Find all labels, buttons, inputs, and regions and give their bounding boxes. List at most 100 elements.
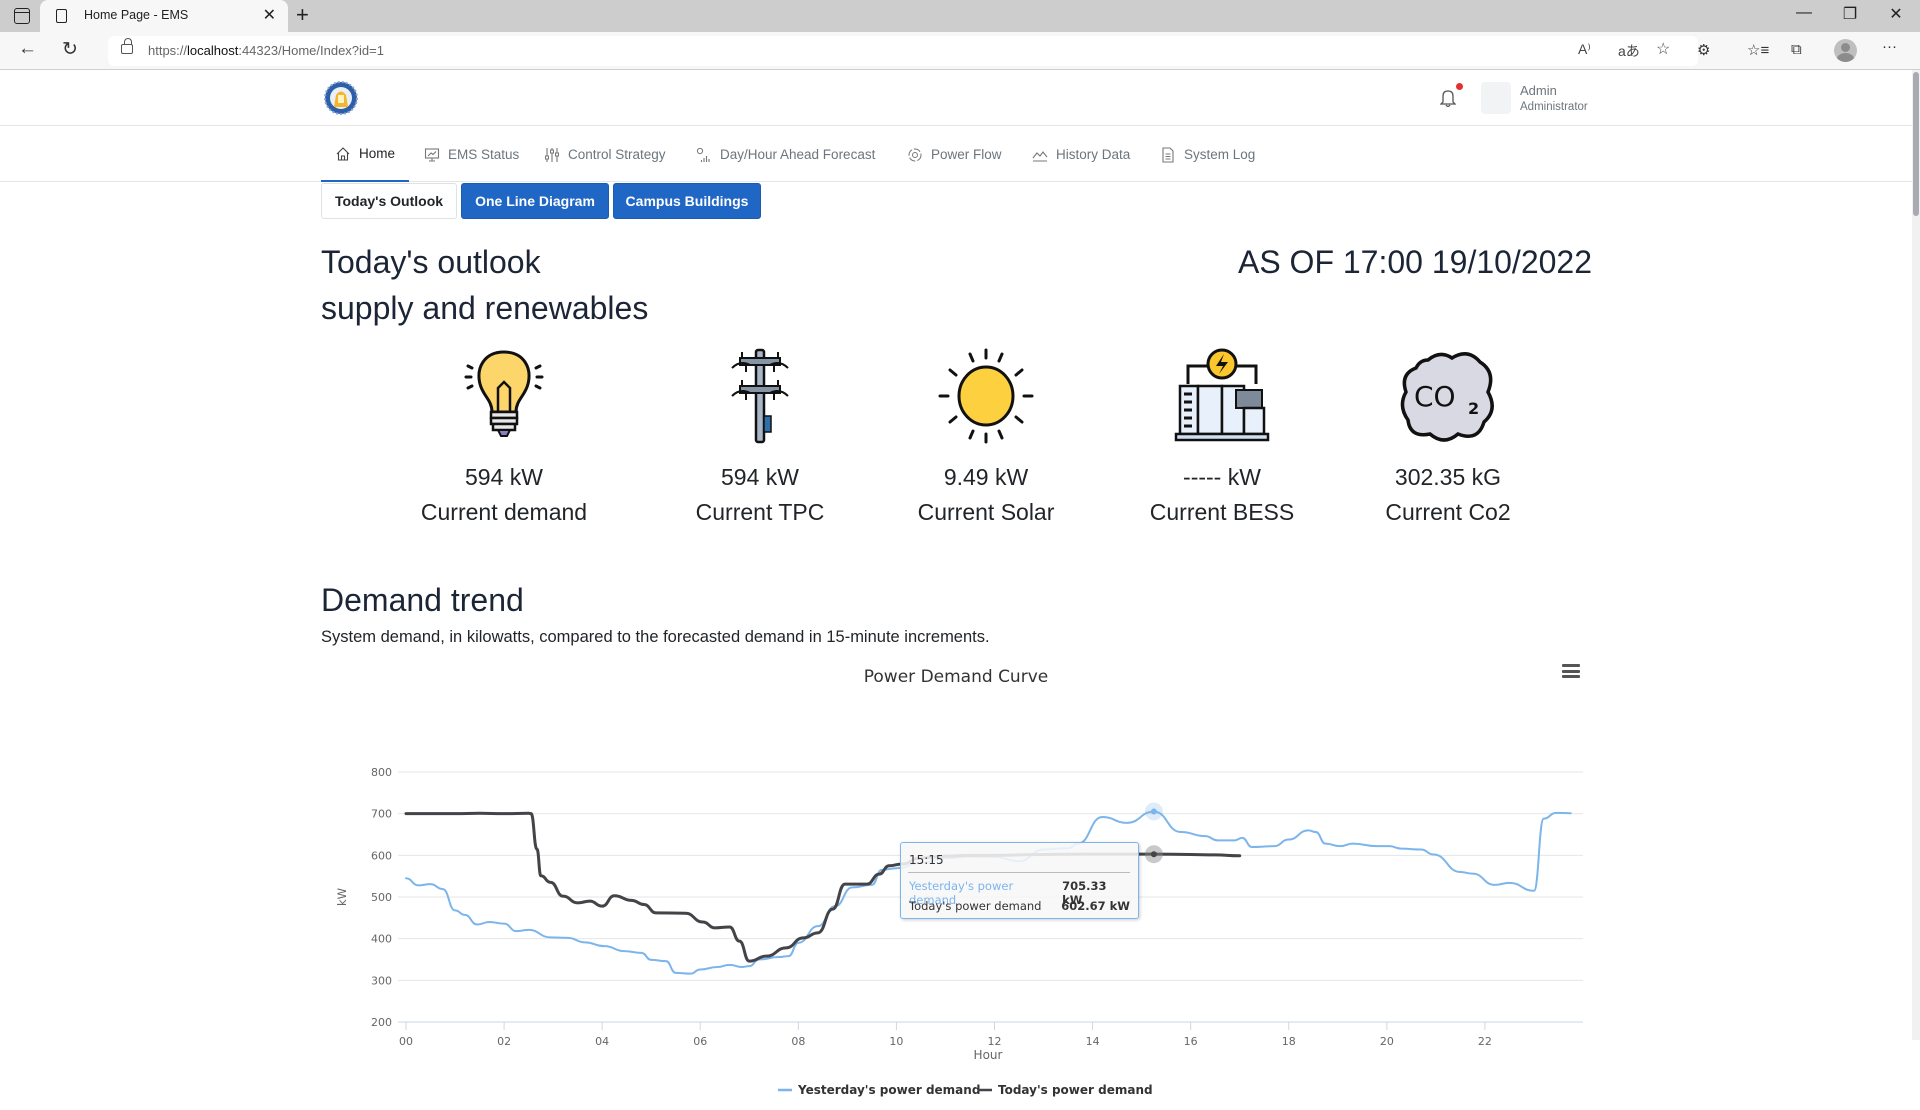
refresh-icon[interactable]: ↻ (62, 38, 78, 61)
power-pole-icon (731, 348, 789, 444)
svg-text:2: 2 (1468, 399, 1479, 418)
user-role: Administrator (1520, 101, 1588, 113)
sliders-icon (545, 147, 559, 162)
close-tab-icon[interactable]: ✕ (263, 5, 276, 25)
x-tick-label: 02 (497, 1035, 511, 1048)
todays-outlook-button[interactable]: Today's Outlook (321, 183, 457, 219)
tooltip-row-today: Today's power demand 602.67 kW (909, 899, 1130, 913)
logo[interactable] (322, 81, 360, 115)
outlook-title: Today's outlook (321, 244, 541, 280)
stat-current-demand: 594 kW Current demand (404, 346, 604, 526)
one-line-diagram-button[interactable]: One Line Diagram (461, 183, 609, 219)
x-tick-label: 10 (889, 1035, 903, 1048)
browser-tab-strip: Home Page - EMS ✕ + — ❐ ✕ (0, 0, 1920, 32)
stat-value: 594 kW (721, 464, 799, 490)
co2-cloud-icon: CO 2 (1400, 352, 1494, 442)
stat-value: 302.35 kG (1394, 464, 1502, 490)
nav-item-system-log[interactable]: System Log (1160, 127, 1255, 182)
notification-badge (1456, 83, 1463, 90)
hover-point-yesterday (1150, 808, 1157, 815)
nav-label: Power Flow (931, 147, 1002, 162)
demand-trend-title: Demand trend (321, 582, 524, 618)
y-tick-label: 800 (371, 766, 392, 779)
stat-label: Current Co2 (1385, 499, 1511, 525)
x-tick-label: 12 (988, 1035, 1002, 1048)
stat-current-solar: 9.49 kW Current Solar (886, 346, 1086, 526)
x-tick-label: 00 (399, 1035, 413, 1048)
x-tick-label: 16 (1184, 1035, 1198, 1048)
browser-toolbar: ← ↻ https://localhost:44323/Home/Index?i… (0, 32, 1920, 70)
stat-current-bess: ----- kW Current BESS (1122, 346, 1322, 526)
address-bar[interactable]: https://localhost:44323/Home/Index?id=1 … (108, 36, 1698, 66)
favorites-icon[interactable]: ☆≡ (1747, 41, 1769, 59)
page-icon (56, 9, 67, 23)
x-tick-label: 04 (595, 1035, 609, 1048)
y-tick-label: 500 (371, 891, 392, 904)
y-tick-label: 200 (371, 1016, 392, 1029)
lock-icon[interactable] (121, 38, 133, 54)
nav-label: EMS Status (448, 147, 520, 162)
y-tick-label: 300 (371, 974, 392, 987)
nav-item-ems-status[interactable]: EMS Status (424, 127, 519, 182)
chart-title: Power Demand Curve (864, 667, 1048, 687)
nav-item-power-flow[interactable]: Power Flow (907, 127, 1002, 182)
nav-item-control-strategy[interactable]: Control Strategy (544, 127, 666, 182)
top-bar: Admin Administrator (0, 70, 1912, 126)
close-window-icon[interactable]: ✕ (1873, 4, 1919, 24)
translate-icon[interactable]: aあ (1618, 41, 1640, 61)
new-tab-icon[interactable]: + (296, 2, 309, 28)
demand-trend-subtitle: System demand, in kilowatts, compared to… (321, 628, 990, 646)
page-scrollbar[interactable] (1912, 70, 1920, 1040)
nav-item-history-data[interactable]: History Data (1032, 127, 1130, 182)
legend-item[interactable]: Today's power demand (998, 1083, 1153, 1097)
power-demand-chart: Power Demand Curve 800 700 600 500 400 300 200… (320, 655, 1592, 1110)
legend-item[interactable]: Yesterday's power demand (797, 1083, 980, 1097)
tab-actions-icon[interactable] (14, 8, 30, 24)
y-tick-label: 700 (371, 808, 392, 821)
chart-menu-icon[interactable] (1562, 664, 1580, 678)
forecast-icon (696, 147, 710, 162)
stat-label: Current TPC (695, 499, 825, 525)
power-flow-icon (908, 148, 922, 161)
nav-label: History Data (1056, 147, 1131, 162)
campus-buildings-button[interactable]: Campus Buildings (613, 183, 761, 219)
home-icon (336, 146, 350, 161)
add-favorite-icon[interactable]: ☆ (1656, 39, 1670, 59)
more-icon[interactable]: ··· (1882, 38, 1897, 55)
stat-value: 594 kW (465, 464, 543, 490)
tooltip-value: 602.67 kW (1061, 899, 1130, 913)
sun-icon (938, 348, 1034, 444)
restore-icon[interactable]: ❐ (1827, 4, 1873, 24)
collections-icon[interactable]: ⧉ (1791, 41, 1802, 58)
notification-bell-icon[interactable] (1440, 88, 1456, 108)
tooltip-series-name: Today's power demand (909, 899, 1042, 913)
nav-item-forecast[interactable]: Day/Hour Ahead Forecast (696, 127, 875, 182)
url-text[interactable]: https://localhost:44323/Home/Index?id=1 (148, 43, 384, 58)
browser-tab[interactable]: Home Page - EMS ✕ (40, 0, 288, 32)
stat-label: Current demand (420, 499, 588, 525)
tooltip-time: 15:15 (909, 853, 944, 867)
user-avatar[interactable] (1481, 82, 1511, 114)
outlook-subtitle: supply and renewables (321, 290, 649, 326)
read-aloud-icon[interactable]: A⁾ (1578, 41, 1591, 58)
x-tick-label: 14 (1086, 1035, 1100, 1048)
monitor-chart-icon (424, 147, 440, 162)
document-icon (1162, 146, 1174, 163)
battery-storage-icon (1174, 348, 1270, 442)
extensions-icon[interactable]: ⚙ (1697, 41, 1710, 59)
back-icon[interactable]: ← (18, 38, 37, 60)
profile-avatar[interactable] (1834, 39, 1857, 62)
nav-label: Day/Hour Ahead Forecast (720, 147, 876, 162)
scrollbar-thumb[interactable] (1913, 72, 1919, 216)
x-tick-label: 08 (791, 1035, 805, 1048)
stat-current-co2: CO 2 302.35 kG Current Co2 (1348, 346, 1548, 526)
y-tick-label: 600 (371, 849, 392, 862)
minimize-icon[interactable]: — (1781, 4, 1827, 22)
lightbulb-icon (464, 350, 544, 437)
svg-text:CO: CO (1414, 380, 1456, 413)
stat-value: 9.49 kW (943, 464, 1029, 490)
nav-item-home[interactable]: Home (321, 127, 410, 182)
x-axis-label: Hour (974, 1048, 1003, 1062)
user-name[interactable]: Admin (1520, 83, 1557, 98)
stat-label: Current BESS (1149, 499, 1295, 525)
